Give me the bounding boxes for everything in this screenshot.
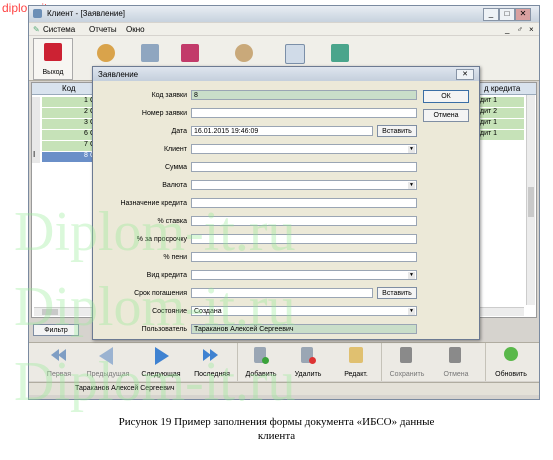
table-row[interactable]: 1 С <box>42 97 96 107</box>
table-icon[interactable] <box>285 44 305 64</box>
credit-cell: дит 1 <box>480 97 524 107</box>
menu-item-system[interactable]: Система <box>43 25 75 34</box>
sum-field[interactable] <box>191 162 417 172</box>
edit-pencil-icon <box>349 347 363 363</box>
figure-caption: Рисунок 19 Пример заполнения формы докум… <box>40 415 513 443</box>
watermark-big: Diplom-it.ru <box>14 276 296 338</box>
dialog-title: Заявление <box>98 70 139 79</box>
exit-label: Выход <box>42 69 64 76</box>
mdi-restore-button[interactable]: ♂ <box>517 25 523 34</box>
report-icon[interactable] <box>331 44 349 62</box>
chevron-down-icon[interactable]: ▼ <box>408 272 415 279</box>
save-label: Сохранить <box>389 371 425 378</box>
maximize-button[interactable]: □ <box>499 8 515 21</box>
column-header-credit: д кредита <box>484 84 521 93</box>
window-title: Клиент - [Заявление] <box>47 9 126 18</box>
code-field: 8 <box>191 90 417 100</box>
vertical-scrollbar[interactable] <box>526 95 535 305</box>
minimize-button[interactable]: _ <box>483 8 499 21</box>
menu-item-window[interactable]: Окно <box>126 25 145 34</box>
documents-icon[interactable] <box>141 44 159 62</box>
caption-line-2: клиента <box>257 430 296 442</box>
menu-bar: ✎ Система Отчеты Окно _ ♂ × <box>29 23 539 35</box>
cancel-button[interactable]: Отмена <box>423 109 469 122</box>
scrollbar-thumb[interactable] <box>528 187 534 217</box>
row-code: 3 <box>84 119 88 126</box>
exit-door-icon <box>44 43 62 61</box>
refresh-icon <box>504 347 518 361</box>
edit-label: Редакт. <box>344 371 368 378</box>
date-label: Дата <box>171 128 187 135</box>
mdi-close-button[interactable]: × <box>529 25 534 34</box>
number-label: Номер заявки <box>141 110 187 117</box>
refresh-label: Обновить <box>495 371 527 378</box>
sum-label: Сумма <box>165 164 187 171</box>
number-field[interactable] <box>191 108 417 118</box>
user-icon[interactable] <box>235 44 253 62</box>
dialog-close-button[interactable]: ✕ <box>456 69 474 80</box>
row-code: 6 <box>84 130 88 137</box>
chevron-down-icon[interactable]: ▼ <box>408 308 415 315</box>
caption-line-1: Рисунок 19 Пример заполнения формы докум… <box>118 416 435 428</box>
client-label: Клиент <box>163 146 187 153</box>
database-cancel-icon <box>449 347 461 363</box>
cancel-edit-button[interactable]: Отмена <box>433 343 479 381</box>
exit-button[interactable]: Выход <box>33 38 73 80</box>
close-button[interactable]: ✕ <box>515 8 531 21</box>
table-row[interactable]: 6 С <box>42 130 96 140</box>
watermark-big: Diplom-it.ru <box>14 351 296 413</box>
row-marker: I <box>33 150 36 159</box>
database-save-icon <box>400 347 412 363</box>
ok-button[interactable]: ОК <box>423 90 469 103</box>
menu-item-reports[interactable]: Отчеты <box>89 25 117 34</box>
table-row[interactable]: 7 С <box>42 141 96 151</box>
menu-icon: ✎ <box>33 25 40 34</box>
row-code: 2 <box>84 108 88 115</box>
row-code: 7 <box>84 141 88 148</box>
credit-cell: дит 1 <box>480 119 524 129</box>
client-select[interactable]: ▼ <box>191 144 417 154</box>
dialog-titlebar: Заявление ✕ <box>93 67 479 81</box>
column-header-code: Код <box>62 84 76 93</box>
code-label: Код заявки <box>151 92 187 99</box>
chevron-down-icon[interactable]: ▼ <box>408 146 415 153</box>
mdi-minimize-button[interactable]: _ <box>505 25 509 34</box>
currency-label: Валюта <box>162 182 187 189</box>
row-code: 8 <box>84 152 88 159</box>
cancel-edit-label: Отмена <box>443 371 469 378</box>
term-insert-button[interactable]: Вставить <box>377 287 417 299</box>
date-field[interactable]: 16.01.2015 19:46:09 <box>191 126 373 136</box>
credit-cell: дит 2 <box>480 108 524 118</box>
book-icon[interactable] <box>181 44 199 62</box>
watermark-big: Diplom-it.ru <box>14 201 296 263</box>
refresh-button[interactable]: Обновить <box>485 343 536 381</box>
save-button[interactable]: Сохранить <box>381 343 432 381</box>
app-icon <box>33 9 42 18</box>
clients-icon[interactable] <box>97 44 115 62</box>
table-row[interactable]: 3 С <box>42 119 96 129</box>
date-insert-button[interactable]: Вставить <box>377 125 417 137</box>
table-row-selected[interactable]: 8 С <box>42 152 96 162</box>
minus-badge-icon <box>309 357 316 364</box>
chevron-down-icon[interactable]: ▼ <box>408 182 415 189</box>
row-code: 1 <box>84 97 88 104</box>
credit-cell: дит 1 <box>480 130 524 140</box>
table-row[interactable]: 2 С <box>42 108 96 118</box>
currency-select[interactable]: ▼ <box>191 180 417 190</box>
window-titlebar: Клиент - [Заявление] _ □ ✕ <box>29 6 539 22</box>
row-selector-column: I <box>32 97 40 163</box>
edit-button[interactable]: Редакт. <box>333 343 379 381</box>
